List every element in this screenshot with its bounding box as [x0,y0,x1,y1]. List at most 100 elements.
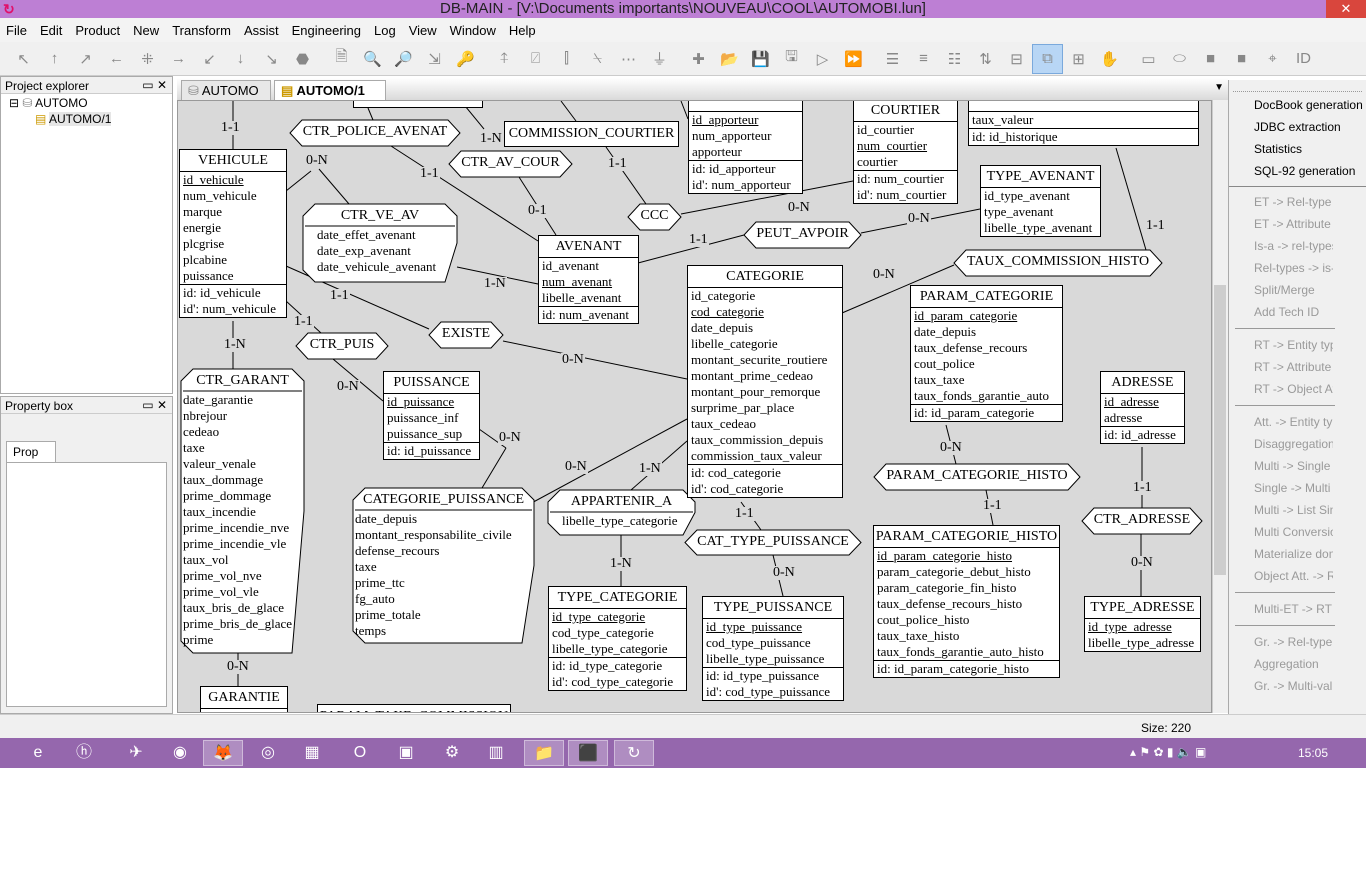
rel-type-cat-type-puissance[interactable]: CAT_TYPE_PUISSANCE [685,534,861,550]
entity-garantie[interactable]: GARANTIEid_garantie [200,686,288,712]
app-icon[interactable]: ✈ [116,740,156,766]
attribute[interactable]: date_depuis [914,324,1059,340]
log-more-icon[interactable]: ⋯ [613,50,644,68]
sql-icon[interactable]: 🗎 [326,46,357,71]
transform-rt-attribute[interactable]: RT -> Attribute [1229,356,1333,378]
identifier[interactable]: id: id_historique [972,129,1195,145]
new-file-icon[interactable]: ✚ [683,50,714,68]
rel-attribute[interactable]: prime_vol_vle [183,584,292,600]
log-remove-icon[interactable]: ⍁ [520,50,551,67]
arrow-down-icon[interactable]: ↓ [225,50,256,67]
rel-attribute[interactable]: taux_incendie [183,504,292,520]
attribute[interactable]: id_type_categorie [552,609,683,625]
arrow-nw-icon[interactable]: ↖ [8,50,39,68]
panel-close-icon[interactable]: ▭ ✕ [142,78,167,92]
rel-type-icon[interactable]: ⬭ [1164,50,1195,67]
rel-attribute[interactable]: prime_incendie_vle [183,536,292,552]
vertical-scrollbar-thumb[interactable] [1214,285,1226,575]
rel-attribute[interactable]: date_exp_avenant [317,243,436,259]
transform-multi-et-rt[interactable]: Multi-ET -> RT [1229,598,1333,620]
attribute[interactable]: num_apporteur [692,128,799,144]
save-as-icon[interactable]: 🖫 [776,46,807,71]
identifier[interactable]: id: id_adresse [1104,427,1181,443]
clock[interactable]: 15:05 [1298,746,1328,760]
attribute[interactable]: taux_defense_recours_histo [877,596,1056,612]
rel-attribute[interactable]: taux_dommage [183,472,292,488]
arrow-ne-icon[interactable]: ↗ [70,50,101,68]
rel-attribute[interactable]: prime_bris_de_glace [183,616,292,632]
attribute[interactable]: taux_taxe_histo [877,628,1056,644]
attribute[interactable]: puissance_inf [387,410,476,426]
entity-commission-courtier[interactable]: COMMISSION_COURTIER [504,121,679,147]
entity-type-puissance[interactable]: TYPE_PUISSANCE id_type_puissance cod_type_… [702,596,844,701]
menu-edit[interactable]: Edit [40,23,62,38]
attribute[interactable]: cout_police_histo [877,612,1056,628]
tab-list-dropdown-icon[interactable]: ▼ [1214,82,1224,93]
attribute[interactable]: montant_pour_remorque [691,384,839,400]
arrow-up-icon[interactable]: ↑ [39,50,70,67]
attribute[interactable]: puissance [183,268,283,284]
rel-attribute[interactable]: temps [355,623,512,639]
attribute[interactable]: libelle_type_adresse [1088,635,1197,651]
attribute[interactable]: taux_commission_depuis [691,432,839,448]
assist-jdbc-extraction[interactable]: JDBC extraction [1229,116,1366,138]
identifier[interactable]: id': cod_type_categorie [552,674,683,690]
transform-et-rel-type[interactable]: ET -> Rel-type [1229,191,1333,213]
transform-rel-types-is-a[interactable]: Rel-types -> is-a [1229,257,1333,279]
files-icon[interactable]: ▥ [476,740,516,766]
log-mark-icon[interactable]: ⍀ [582,50,613,67]
identifier[interactable]: id: num_courtier [857,171,954,187]
media-icon[interactable]: ◉ [160,740,200,766]
rel-type-appartenir-a[interactable]: APPARTENIR_A [548,494,695,510]
rel-type-ctr-adresse[interactable]: CTR_ADRESSE [1082,512,1202,528]
entity-categorie[interactable]: CATEGORIE id_categorie cod_categorie date_d… [687,265,843,498]
menu-assist[interactable]: Assist [244,23,279,38]
attribute-icon[interactable]: ■ [1195,50,1226,67]
attribute[interactable]: id_param_categorie [914,308,1059,324]
identifier[interactable]: id: id_apporteur [692,161,799,177]
rel-attribute[interactable]: date_effet_avenant [317,227,436,243]
panel-close-icon[interactable]: ▭ ✕ [142,398,167,412]
attribute[interactable]: num_avenant [542,274,635,290]
graph-dep-view-icon[interactable]: ⊞ [1063,50,1094,68]
attribute[interactable]: id_categorie [691,288,839,304]
rel-attribute[interactable]: cedeao [183,424,292,440]
entity-vehicule[interactable]: VEHICULE id_vehicule num_vehicule marque ene… [179,149,287,318]
rel-attribute[interactable]: prime_dommage [183,488,292,504]
identifier[interactable]: id': num_vehicule [183,301,283,317]
tab-automo-1[interactable]: ▤ AUTOMO/1 ✕ [274,80,386,114]
attribute[interactable]: taux_taxe [914,372,1059,388]
attribute[interactable]: id_type_puissance [706,619,840,635]
entity-type-adresse[interactable]: TYPE_ADRESSE id_type_adresse libelle_type_… [1084,596,1201,652]
entity-adresse[interactable]: ADRESSE id_adresse adresse id: id_adresse [1100,371,1185,444]
entity-avenant[interactable]: AVENANT id_avenant num_avenant libelle_aven… [538,235,639,324]
rel-type-ctr-av-cour[interactable]: CTR_AV_COUR [449,155,572,171]
attribute[interactable]: id_type_avenant [984,188,1097,204]
id-icon[interactable]: ID [1288,50,1319,67]
tab-automo[interactable]: ⛁ AUTOMO [181,80,271,101]
transform-split-merge[interactable]: Split/Merge [1229,279,1333,301]
rel-attribute[interactable]: nbrejour [183,408,292,424]
tree-item-automo[interactable]: ⊟ ⛁ AUTOMO [9,96,164,110]
transform-multi-conversion[interactable]: Multi Conversion [1229,521,1333,543]
attribute[interactable]: id_vehicule [183,172,283,188]
group-icon[interactable]: ■ [1226,50,1257,67]
rel-attribute[interactable]: date_depuis [355,511,512,527]
attribute[interactable]: date_depuis [691,320,839,336]
fast-forward-icon[interactable]: ⏩ [838,50,869,68]
menu-log[interactable]: Log [374,23,396,38]
arrow-left-icon[interactable]: ← [101,50,132,67]
attribute[interactable]: plcgrise [183,236,283,252]
attribute[interactable]: id_courtier [857,122,954,138]
rel-attribute[interactable]: fg_auto [355,591,512,607]
rel-attribute[interactable]: taux_vol [183,552,292,568]
save-icon[interactable]: 💾 [745,50,776,68]
rel-attribute[interactable]: date_vehicule_avenant [317,259,436,275]
attribute[interactable]: num_vehicule [183,188,283,204]
ie-icon[interactable]: e [18,740,58,766]
attribute[interactable]: libelle_type_avenant [984,220,1097,236]
rel-type-param-categorie-histo[interactable]: PARAM_CATEGORIE_HISTO [874,468,1080,484]
attribute[interactable]: courtier [857,154,954,170]
attribute[interactable]: cod_type_categorie [552,625,683,641]
transform-multi-single[interactable]: Multi -> Single [1229,455,1333,477]
